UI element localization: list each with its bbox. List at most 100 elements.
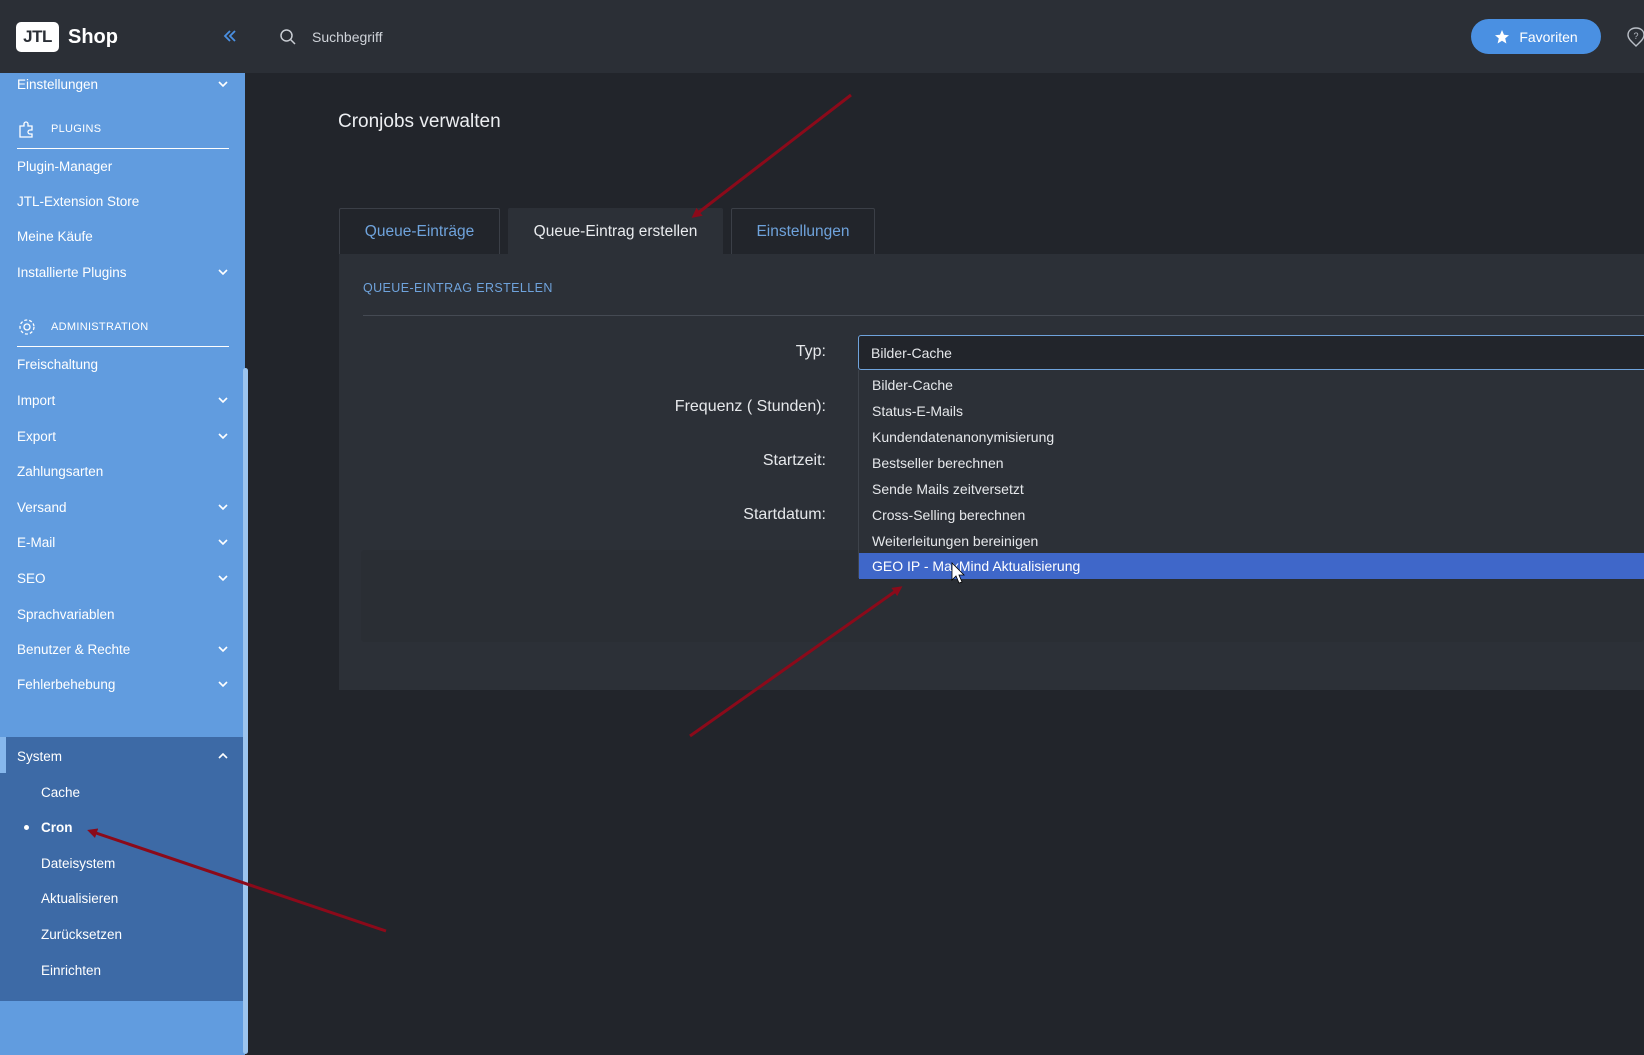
sidebar-item-installierte-plugins[interactable]: Installierte Plugins xyxy=(0,255,245,289)
sidebar-section-administration: ADMINISTRATION xyxy=(17,307,229,347)
chevron-down-icon xyxy=(218,575,228,582)
sidebar-item-label: Freischaltung xyxy=(17,356,99,372)
divider xyxy=(363,315,1644,316)
sidebar-item-label: Einstellungen xyxy=(17,76,99,92)
svg-text:?: ? xyxy=(1633,31,1638,41)
sidebar-item-label: Versand xyxy=(17,499,67,515)
sidebar-item-freischaltung[interactable]: Freischaltung xyxy=(0,347,245,381)
sidebar-item-label: Cron xyxy=(41,819,73,835)
tab-einstellungen[interactable]: Einstellungen xyxy=(731,208,875,254)
sidebar-item-label: SEO xyxy=(17,570,46,586)
chevron-down-icon xyxy=(218,397,228,404)
sidebar-item-label: Einrichten xyxy=(41,962,102,978)
sidebar-item-label: Sprachvariablen xyxy=(17,606,115,622)
active-bullet xyxy=(24,825,29,830)
sidebar-item-meine-kaeufe[interactable]: Meine Käufe xyxy=(0,219,245,253)
sidebar-item-import[interactable]: Import xyxy=(0,383,245,417)
sidebar-item-versand[interactable]: Versand xyxy=(0,490,245,524)
help-icon[interactable]: ? xyxy=(1626,26,1644,48)
puzzle-icon xyxy=(19,120,33,138)
dropdown-option[interactable]: Cross-Selling berechnen xyxy=(859,502,1644,528)
sidebar-subitem-aktualisieren[interactable]: Aktualisieren xyxy=(0,881,245,915)
chevron-down-icon xyxy=(218,681,228,688)
dropdown-option[interactable]: Status-E-Mails xyxy=(859,398,1644,424)
dropdown-option[interactable]: Weiterleitungen bereinigen xyxy=(859,528,1644,554)
sidebar-item-label: Benutzer & Rechte xyxy=(17,641,131,657)
gear-icon xyxy=(19,318,35,335)
dropdown-option[interactable]: Sende Mails zeitversetzt xyxy=(859,476,1644,502)
sidebar-item-einstellungen[interactable]: Einstellungen xyxy=(0,73,245,101)
chevron-up-icon xyxy=(218,752,228,759)
panel-heading: QUEUE-EINTRAG ERSTELLEN xyxy=(363,281,553,295)
star-icon xyxy=(1495,29,1510,43)
double-chevron-left-icon[interactable] xyxy=(222,26,238,46)
sidebar-item-label: JTL-Extension Store xyxy=(17,193,140,209)
sidebar-section-plugins: PLUGINS xyxy=(17,109,229,149)
chevron-down-icon xyxy=(218,433,228,440)
section-label: ADMINISTRATION xyxy=(51,320,149,333)
dropdown-option[interactable]: Bestseller berechnen xyxy=(859,450,1644,476)
logo[interactable]: JTL Shop xyxy=(16,22,118,52)
type-label: Typ: xyxy=(795,343,826,360)
tab-label: Einstellungen xyxy=(756,222,850,240)
sidebar-item-zahlungsarten[interactable]: Zahlungsarten xyxy=(0,454,245,488)
chevron-down-icon xyxy=(218,81,228,88)
page-title: Cronjobs verwalten xyxy=(338,111,501,132)
sidebar-item-label: System xyxy=(17,748,63,764)
sidebar-item-label: Dateisystem xyxy=(41,855,116,871)
sidebar-item-label: Zahlungsarten xyxy=(17,463,104,479)
logo-mark: JTL xyxy=(16,22,59,52)
sidebar-item-label: Installierte Plugins xyxy=(17,264,127,280)
favorites-button[interactable]: Favoriten xyxy=(1471,19,1601,54)
sidebar-item-label: Zurücksetzen xyxy=(41,926,123,942)
tab-queue-eintrag-erstellen[interactable]: Queue-Eintrag erstellen xyxy=(508,208,723,254)
sidebar-item-label: Fehlerbehebung xyxy=(17,676,116,692)
top-bar: JTL Shop Favoriten ? xyxy=(0,0,1644,73)
sidebar-item-export[interactable]: Export xyxy=(0,419,245,453)
section-label: PLUGINS xyxy=(51,122,102,135)
sidebar-item-email[interactable]: E-Mail xyxy=(0,525,245,559)
sidebar-item-label: Plugin-Manager xyxy=(17,158,113,174)
sidebar-subitem-dateisystem[interactable]: Dateisystem xyxy=(0,846,245,880)
tab-label: Queue-Eintrag erstellen xyxy=(533,222,698,240)
sidebar-item-label: Cache xyxy=(41,784,81,800)
sidebar-subitem-zuruecksetzen[interactable]: Zurücksetzen xyxy=(0,917,245,951)
dropdown-option[interactable]: Bilder-Cache xyxy=(859,372,1644,398)
sidebar-item-system[interactable]: System xyxy=(0,739,245,773)
sidebar-item-label: E-Mail xyxy=(17,534,56,550)
sidebar-item-extension-store[interactable]: JTL-Extension Store xyxy=(0,184,245,218)
start-date-label: Startdatum: xyxy=(743,506,826,523)
dropdown-option-highlighted[interactable]: GEO IP - MaxMind Aktualisierung xyxy=(859,553,1644,579)
type-dropdown-list: Bilder-Cache Status-E-Mails Kundendatena… xyxy=(858,370,1644,579)
sidebar-item-seo[interactable]: SEO xyxy=(0,561,245,595)
dropdown-option[interactable]: Kundendatenanonymisierung xyxy=(859,424,1644,450)
search-input[interactable] xyxy=(312,24,712,50)
logo-text: Shop xyxy=(68,25,118,48)
frequency-label: Frequenz ( Stunden): xyxy=(674,398,826,415)
tab-label: Queue-Einträge xyxy=(364,222,475,240)
sidebar-subitem-cron[interactable]: Cron xyxy=(0,810,245,844)
sidebar-subitem-cache[interactable]: Cache xyxy=(0,775,245,809)
sidebar-item-fehlerbehebung[interactable]: Fehlerbehebung xyxy=(0,667,245,701)
sidebar-item-label: Aktualisieren xyxy=(41,890,119,906)
chevron-down-icon xyxy=(218,646,228,653)
sidebar-item-plugin-manager[interactable]: Plugin-Manager xyxy=(0,149,245,183)
type-select-value: Bilder-Cache xyxy=(871,344,952,361)
chevron-down-icon xyxy=(218,504,228,511)
sidebar-item-benutzer-rechte[interactable]: Benutzer & Rechte xyxy=(0,632,245,666)
type-select[interactable]: Bilder-Cache xyxy=(858,335,1644,370)
sidebar-item-sprachvariablen[interactable]: Sprachvariablen xyxy=(0,597,245,631)
chevron-down-icon xyxy=(218,539,228,546)
sidebar-item-label: Export xyxy=(17,428,57,444)
sidebar-scrollbar[interactable] xyxy=(243,368,248,1054)
sidebar-item-label: Import xyxy=(17,392,56,408)
sidebar: Einstellungen PLUGINS Plugin-Manager JTL… xyxy=(0,73,245,1055)
start-time-label: Startzeit: xyxy=(762,452,826,469)
favorites-label: Favoriten xyxy=(1519,28,1578,45)
sidebar-item-label: Meine Käufe xyxy=(17,228,93,244)
chevron-down-icon xyxy=(218,269,228,276)
sidebar-subitem-einrichten[interactable]: Einrichten xyxy=(0,953,245,987)
tab-queue-eintraege[interactable]: Queue-Einträge xyxy=(339,208,500,254)
search-icon xyxy=(280,29,296,45)
annotation-arrow xyxy=(691,93,852,218)
